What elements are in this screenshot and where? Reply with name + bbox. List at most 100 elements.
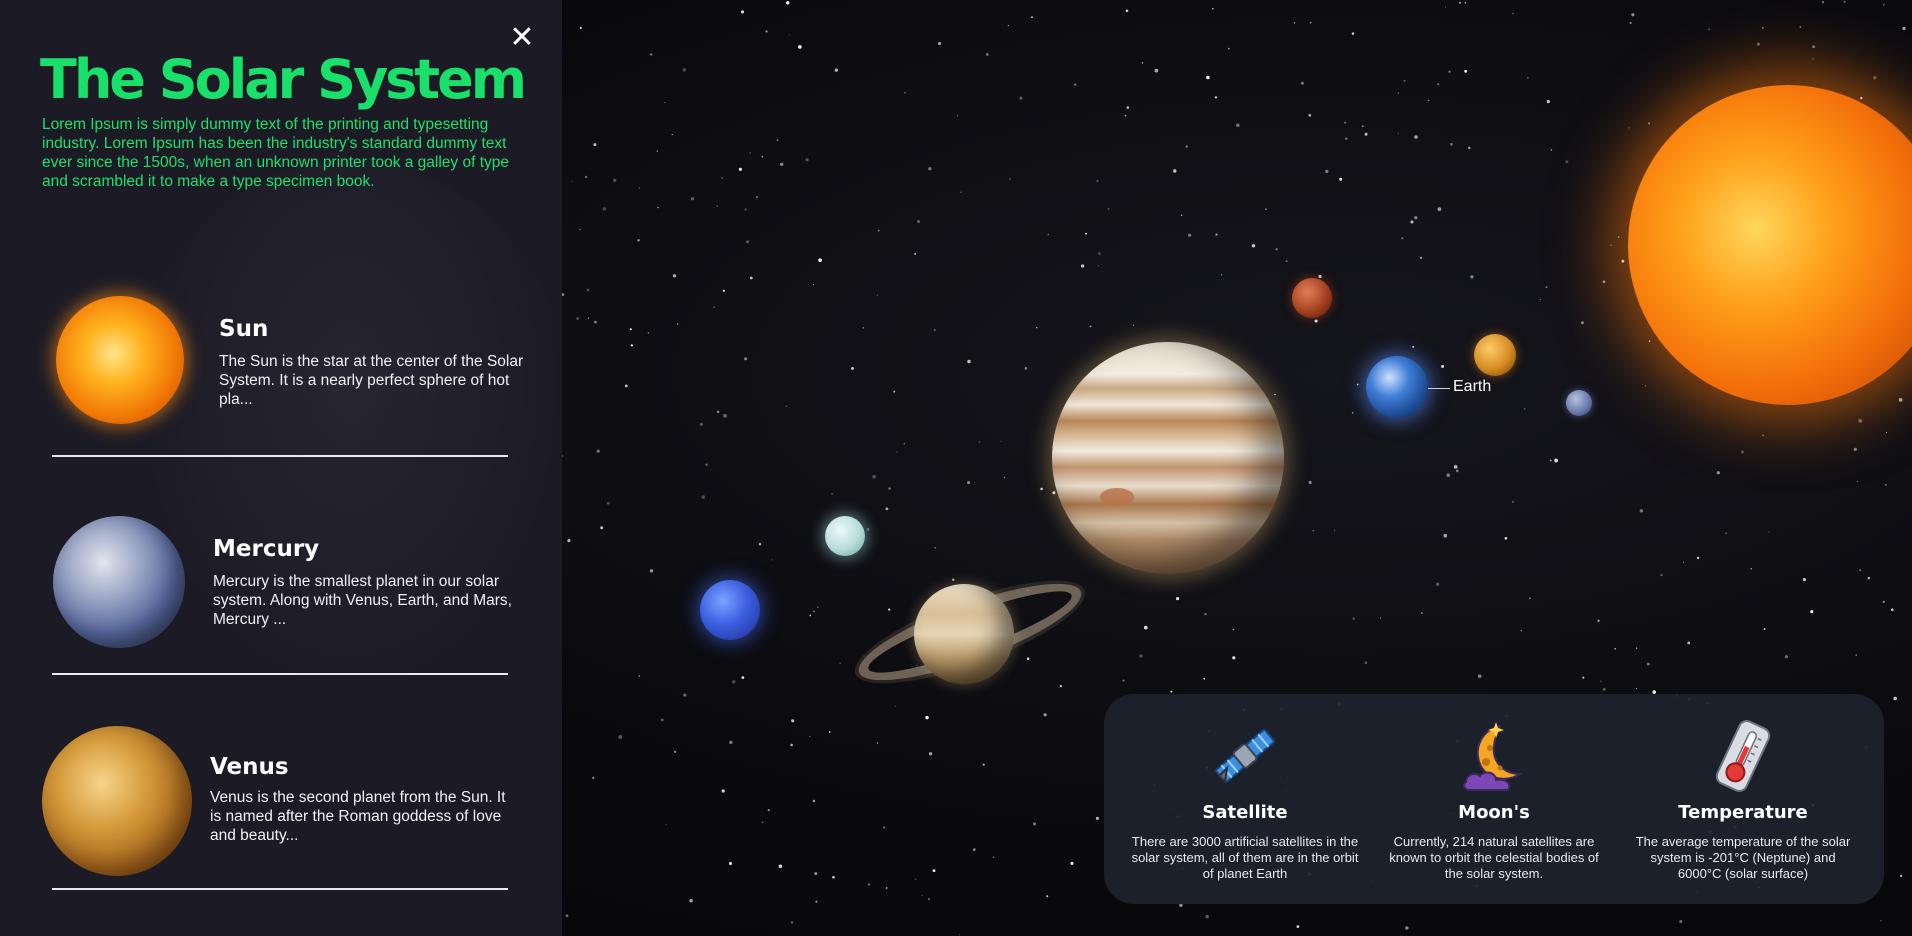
star <box>1318 274 1322 279</box>
star <box>1364 132 1368 136</box>
fact-moons: Moon's Currently, 214 natural satellites… <box>1379 694 1609 904</box>
star <box>576 317 580 320</box>
mercury-body[interactable] <box>1566 390 1592 416</box>
star <box>738 167 743 171</box>
star <box>1540 298 1542 301</box>
star <box>1621 259 1625 263</box>
star <box>1339 177 1343 181</box>
star <box>914 878 917 880</box>
star <box>723 413 727 418</box>
star <box>1629 21 1632 25</box>
star <box>1582 676 1585 679</box>
mars-body[interactable] <box>1292 278 1332 318</box>
star <box>729 862 732 865</box>
star <box>927 897 931 901</box>
star <box>928 752 933 756</box>
star <box>790 743 793 747</box>
star <box>1464 69 1468 73</box>
star <box>1309 21 1312 24</box>
star <box>1639 509 1644 513</box>
star <box>1708 28 1710 30</box>
star <box>985 53 989 56</box>
star <box>1000 440 1002 443</box>
star <box>1458 1 1462 4</box>
venus-thumbnail <box>42 726 192 876</box>
planet-description: Mercury is the smallest planet in our so… <box>213 573 512 628</box>
star <box>699 422 703 426</box>
star <box>1549 459 1552 462</box>
star <box>571 180 573 182</box>
neptune-body[interactable] <box>700 580 760 640</box>
star <box>1523 407 1526 410</box>
star <box>1602 687 1606 691</box>
moon-icon <box>1462 722 1524 791</box>
star <box>1293 22 1296 24</box>
star <box>1761 434 1765 437</box>
star <box>1036 327 1038 329</box>
venus-body[interactable] <box>1474 334 1516 376</box>
star <box>932 869 936 873</box>
star <box>1414 135 1418 139</box>
star <box>1449 142 1453 146</box>
star <box>1173 169 1177 173</box>
star <box>1073 83 1077 86</box>
star <box>851 366 854 370</box>
star <box>1032 822 1037 826</box>
star <box>722 289 726 292</box>
saturn-body[interactable] <box>914 584 1014 684</box>
star <box>1902 26 1906 31</box>
star <box>765 30 768 33</box>
star <box>1356 383 1359 386</box>
star <box>1344 121 1347 124</box>
star <box>586 288 590 292</box>
star <box>779 162 784 167</box>
divider <box>52 455 508 457</box>
star <box>1899 874 1903 878</box>
fact-title: Satellite <box>1202 802 1288 823</box>
star <box>1512 501 1514 503</box>
star <box>1768 531 1770 533</box>
star <box>1024 367 1028 370</box>
star <box>885 507 889 511</box>
star <box>888 487 891 490</box>
star <box>960 191 962 193</box>
star <box>579 26 582 29</box>
planet-description: The Sun is the star at the center of the… <box>219 353 524 408</box>
star <box>1364 661 1368 665</box>
star <box>1228 47 1230 50</box>
star <box>761 155 764 158</box>
fact-satellite: Satellite There are 3000 artificial sate… <box>1130 694 1360 904</box>
star <box>771 559 773 561</box>
star <box>934 547 936 549</box>
planet-card-sun[interactable]: Sun The Sun is the star at the center of… <box>40 288 523 438</box>
earth-body[interactable] <box>1366 356 1428 418</box>
star <box>876 742 879 744</box>
star <box>665 824 667 826</box>
fact-title: Temperature <box>1678 802 1808 823</box>
star <box>1296 925 1300 928</box>
star <box>593 143 597 147</box>
jupiter-body[interactable] <box>1052 342 1284 574</box>
star <box>834 68 838 72</box>
star <box>893 390 896 393</box>
star <box>888 608 891 611</box>
star <box>1215 233 1218 236</box>
star <box>1858 419 1863 423</box>
star <box>1414 216 1418 220</box>
star <box>1139 654 1143 658</box>
uranus-body[interactable] <box>825 516 865 556</box>
star <box>1176 597 1180 601</box>
star <box>1308 114 1312 117</box>
star <box>1397 92 1400 94</box>
star <box>1003 477 1006 479</box>
star <box>1453 465 1458 469</box>
star <box>813 610 815 613</box>
star <box>660 718 664 722</box>
star <box>1883 4 1885 6</box>
planet-card-venus[interactable]: Venus Venus is the second planet from th… <box>40 720 520 880</box>
star <box>1784 655 1788 659</box>
star <box>1141 62 1144 64</box>
star <box>671 133 674 136</box>
star <box>831 492 834 495</box>
planet-card-mercury[interactable]: Mercury Mercury is the smallest planet i… <box>40 510 520 660</box>
